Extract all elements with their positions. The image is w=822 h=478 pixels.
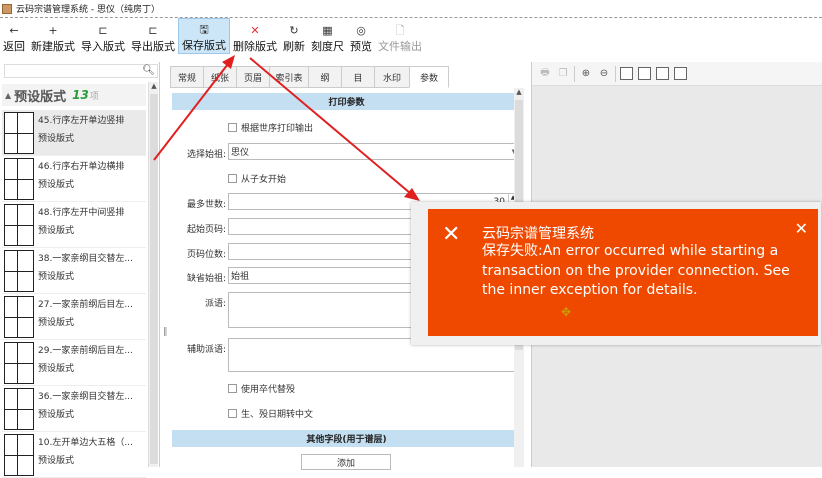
page-layout-4-icon[interactable]	[674, 67, 687, 80]
export-icon: ⊏	[148, 24, 158, 37]
list-item[interactable]: 45.行序左开单边竖排 预设版式	[2, 110, 146, 156]
file-output-button[interactable]: 🗋 文件输出	[375, 18, 425, 54]
ancestor-select[interactable]: 思仪▼	[228, 143, 520, 160]
list-item[interactable]: 27.一家亲前纲后目左... 预设版式	[2, 294, 146, 340]
cursor-icon: ✥	[561, 305, 572, 319]
checkbox-box[interactable]	[228, 409, 237, 418]
checkbox-box[interactable]	[228, 123, 237, 132]
save-layout-button[interactable]: 🖫 保存版式	[178, 18, 230, 54]
checkbox-date-to-chinese[interactable]: 生、殁日期转中文	[228, 407, 313, 420]
tab-strip: 常规 纸张 页眉 索引表 纲 目 水印 参数	[170, 66, 449, 88]
ruler-grid-icon: ▦	[322, 24, 333, 37]
window-title: 云码宗谱管理系统 - 思仪（纯房丁）	[16, 5, 160, 15]
layout-thumbnail	[4, 112, 34, 154]
refresh-icon: ↻	[289, 24, 299, 37]
splitter-grip-icon[interactable]: ‖	[163, 327, 168, 337]
zoom-in-icon[interactable]: ⊕	[579, 67, 593, 81]
file-icon: 🗋	[395, 24, 405, 37]
collapse-triangle-icon[interactable]: ▲	[5, 91, 11, 100]
page-layout-3-icon[interactable]	[656, 67, 669, 80]
tab-watermark[interactable]: 水印	[374, 66, 410, 88]
scroll-up-icon[interactable]: ▲	[514, 88, 524, 98]
list-item[interactable]: 48.行序左开中间竖排 预设版式	[2, 202, 146, 248]
back-arrow-icon: ←	[9, 24, 19, 37]
layout-thumbnail	[4, 250, 34, 292]
list-item[interactable]: 10.左开单边大五格（... 预设版式	[2, 432, 146, 478]
delete-layout-button[interactable]: ✕ 删除版式	[230, 18, 280, 54]
group-label: 预设版式	[14, 89, 67, 105]
print-icon[interactable]: 🖶	[538, 67, 552, 81]
new-layout-button[interactable]: + 新建版式	[28, 18, 78, 54]
group-count-unit: 项	[89, 91, 99, 102]
checkbox-use-zu[interactable]: 使用卒代替殁	[228, 382, 295, 395]
layout-thumbnail	[4, 342, 34, 384]
section-print-params: 打印参数	[172, 93, 521, 110]
tab-mu[interactable]: 目	[341, 66, 375, 88]
import-layout-button[interactable]: ⊏ 导入版式	[78, 18, 128, 54]
error-toast-message: 保存失败:An error occurred while starting a …	[482, 243, 790, 298]
list-item[interactable]: 29.一家亲前纲后目左... 预设版式	[2, 340, 146, 386]
layout-thumbnail	[4, 204, 34, 246]
title-bar: 云码宗谱管理系统 - 思仪（纯房丁）	[0, 0, 822, 18]
page-layout-2-icon[interactable]	[638, 67, 651, 80]
search-input[interactable]: 🔍︎	[4, 64, 158, 78]
checkbox-from-children[interactable]: 从子女开始	[228, 172, 286, 185]
default-ancestor-label: 缺省始祖:	[186, 274, 226, 284]
checkbox-box[interactable]	[228, 174, 237, 183]
tab-paper[interactable]: 纸张	[203, 66, 237, 88]
scroll-up-icon[interactable]: ▲	[149, 82, 159, 92]
list-item[interactable]: 36.一家亲纲目交替左... 预设版式	[2, 386, 146, 432]
search-icon[interactable]: 🔍︎	[142, 65, 155, 76]
group-header-preset[interactable]: ▲ 预设版式 13 项	[2, 84, 146, 106]
layout-list-panel: 🔍︎ ▲ 预设版式 13 项 45.行序左开单边竖排 预设版式 46.行序右开单边…	[0, 62, 160, 478]
layout-thumbnail	[4, 158, 34, 200]
scrollbar-thumb[interactable]	[150, 94, 158, 464]
error-toast-body: ✕ 云码宗谱管理系统 保存失败:An error occurred while …	[428, 209, 818, 336]
preview-toolbar: 🖶 ❐ ⊕ ⊖	[532, 62, 822, 86]
layout-thumbnail	[4, 434, 34, 476]
layout-thumbnail	[4, 388, 34, 430]
back-button[interactable]: ← 返回	[0, 18, 28, 54]
branch-verse-label: 派语:	[204, 299, 226, 309]
preview-button[interactable]: ◎ 预览	[347, 18, 375, 54]
copy-icon[interactable]: ❐	[556, 67, 570, 81]
page-pos-label: 页码位数:	[186, 250, 226, 260]
zoom-out-icon[interactable]: ⊖	[597, 67, 611, 81]
start-page-label: 起始页码:	[186, 225, 226, 235]
export-layout-button[interactable]: ⊏ 导出版式	[128, 18, 178, 54]
error-toast-title: 云码宗谱管理系统	[482, 226, 594, 242]
tab-header[interactable]: 页眉	[236, 66, 270, 88]
select-ancestor-label: 选择始祖:	[186, 150, 226, 160]
error-x-icon: ✕	[442, 222, 461, 247]
checkbox-box[interactable]	[228, 384, 237, 393]
delete-x-icon: ✕	[250, 24, 260, 37]
page-layout-1-icon[interactable]	[620, 67, 633, 80]
error-toast: ✕ 云码宗谱管理系统 保存失败:An error occurred while …	[411, 202, 821, 345]
plus-icon: +	[48, 24, 58, 37]
import-icon: ⊏	[98, 24, 108, 37]
checkbox-print-by-generation[interactable]: 根据世序打印输出	[228, 121, 313, 134]
close-icon[interactable]: ✕	[795, 219, 808, 238]
toolbar-separator	[615, 65, 616, 82]
tab-gang[interactable]: 纲	[308, 66, 342, 88]
group-count: 13	[72, 88, 89, 102]
list-scrollbar[interactable]: ▲	[148, 82, 158, 467]
toolbar-separator	[574, 65, 575, 82]
tab-parameters[interactable]: 参数	[409, 66, 449, 88]
eye-icon: ◎	[356, 24, 366, 37]
list-item[interactable]: 46.行序右开单边横排 预设版式	[2, 156, 146, 202]
section-other-fields: 其他字段(用于谱层)	[172, 430, 521, 447]
max-gen-label: 最多世数:	[186, 200, 226, 210]
ruler-button[interactable]: ▦ 刻度尺	[308, 18, 347, 54]
aux-branch-verse-label: 辅助派语:	[186, 345, 226, 355]
add-button[interactable]: 添加	[301, 454, 391, 470]
tab-general[interactable]: 常规	[170, 66, 204, 88]
save-icon: 🖫	[199, 23, 209, 36]
toolbar: ← 返回 + 新建版式 ⊏ 导入版式 ⊏ 导出版式 🖫 保存版式 ✕ 删除版式 ↻ 刷新 ▦ 刻…	[0, 18, 822, 58]
app-icon	[2, 3, 12, 14]
list-item[interactable]: 38.一家亲纲目交替左... 预设版式	[2, 248, 146, 294]
layout-thumbnail	[4, 296, 34, 338]
refresh-button[interactable]: ↻ 刷新	[280, 18, 308, 54]
tab-index-table[interactable]: 索引表	[269, 66, 309, 88]
